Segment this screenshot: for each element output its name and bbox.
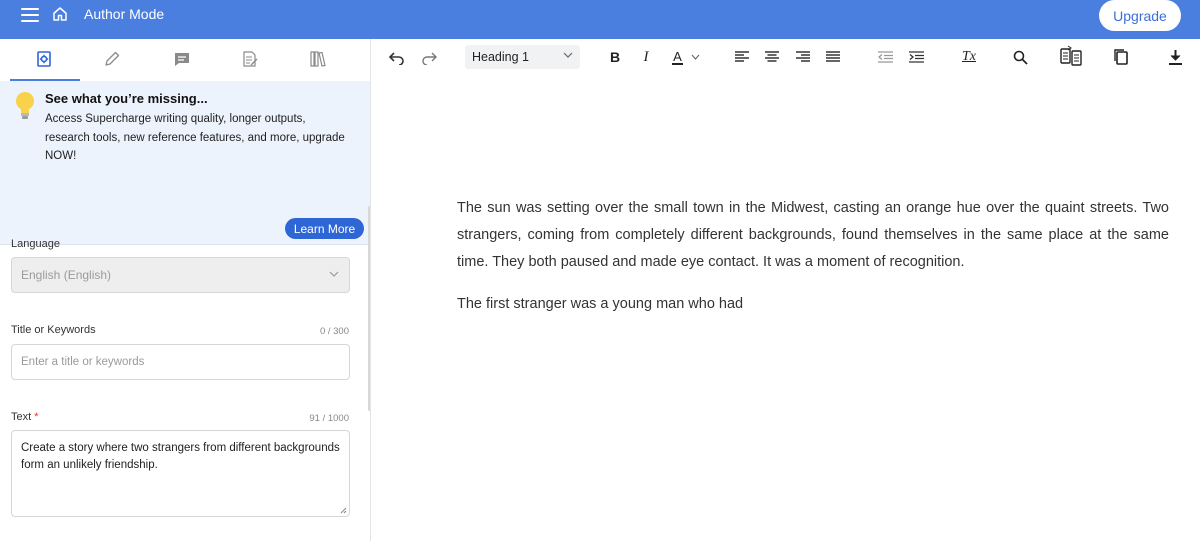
download-icon bbox=[1168, 49, 1182, 65]
app-title: Author Mode bbox=[84, 6, 165, 22]
learn-more-button[interactable]: Learn More bbox=[285, 218, 364, 239]
library-icon bbox=[310, 51, 326, 67]
align-right-button[interactable] bbox=[794, 47, 812, 67]
upgrade-button[interactable]: Upgrade bbox=[1099, 0, 1181, 31]
prompt-text: Create a story where two strangers from … bbox=[21, 442, 340, 471]
resize-grip-icon[interactable] bbox=[340, 507, 347, 514]
left-panel-scrollbar[interactable] bbox=[368, 206, 370, 411]
chevron-down-icon bbox=[563, 52, 573, 58]
tab-comments[interactable] bbox=[170, 47, 194, 71]
align-center-button[interactable] bbox=[763, 47, 781, 67]
document-paragraph: The sun was setting over the small town … bbox=[457, 200, 1169, 270]
upgrade-promo-card: See what you’re missing... Access Superc… bbox=[0, 81, 370, 245]
chevron-down-icon bbox=[691, 54, 700, 60]
align-right-icon bbox=[796, 51, 810, 62]
left-tab-bar bbox=[0, 39, 370, 81]
align-left-button[interactable] bbox=[733, 47, 751, 67]
required-mark: * bbox=[34, 411, 39, 423]
document-body[interactable]: The sun was setting over the small town … bbox=[457, 195, 1169, 333]
language-label: Language bbox=[11, 238, 60, 250]
bold-button[interactable]: B bbox=[607, 47, 623, 67]
tab-document-edit[interactable] bbox=[238, 47, 262, 71]
lightbulb-icon bbox=[16, 92, 34, 119]
prompt-textarea[interactable]: Create a story where two strangers from … bbox=[11, 430, 350, 517]
copy-button[interactable] bbox=[1112, 47, 1130, 67]
language-select-value: English (English) bbox=[21, 268, 112, 282]
promo-body: Access Supercharge writing quality, long… bbox=[45, 113, 345, 162]
italic-button[interactable]: I bbox=[638, 47, 654, 67]
document-paragraph: The first stranger was a young man who h… bbox=[457, 296, 744, 312]
redo-icon bbox=[422, 52, 437, 65]
pencil-icon bbox=[105, 51, 120, 66]
copy-icon bbox=[1114, 49, 1128, 65]
outdent-icon bbox=[877, 51, 893, 63]
tab-library[interactable] bbox=[306, 47, 330, 71]
undo-icon bbox=[389, 52, 404, 65]
settings-doc-icon bbox=[37, 51, 51, 67]
compare-documents-button[interactable] bbox=[1058, 44, 1084, 70]
undo-button[interactable] bbox=[388, 48, 406, 68]
search-button[interactable] bbox=[1011, 47, 1029, 67]
search-icon bbox=[1013, 50, 1028, 65]
text-char-counter: 91 / 1000 bbox=[309, 413, 349, 424]
align-left-icon bbox=[735, 51, 749, 62]
comment-icon bbox=[175, 53, 189, 66]
tab-document-settings[interactable] bbox=[32, 47, 56, 71]
hamburger-menu-icon[interactable] bbox=[21, 7, 39, 23]
indent-icon bbox=[908, 51, 924, 63]
tab-write[interactable] bbox=[100, 47, 124, 71]
heading-style-value: Heading 1 bbox=[472, 50, 529, 64]
clear-formatting-button[interactable]: Tx bbox=[960, 47, 978, 67]
top-app-bar: Author Mode Upgrade bbox=[0, 0, 1200, 39]
chevron-down-icon bbox=[329, 271, 339, 277]
align-justify-button[interactable] bbox=[824, 47, 842, 67]
language-select[interactable]: English (English) bbox=[11, 257, 350, 293]
title-keywords-label: Title or Keywords bbox=[11, 324, 96, 336]
text-label-text: Text bbox=[11, 411, 32, 423]
redo-button[interactable] bbox=[420, 48, 438, 68]
align-justify-icon bbox=[826, 51, 840, 62]
text-label: Text * bbox=[11, 411, 39, 423]
document-edit-icon bbox=[243, 51, 258, 67]
indent-button[interactable] bbox=[907, 47, 925, 67]
outdent-button[interactable] bbox=[876, 47, 894, 67]
font-color-button[interactable]: A bbox=[667, 47, 705, 67]
title-keywords-input[interactable] bbox=[11, 344, 350, 380]
title-char-counter: 0 / 300 bbox=[319, 326, 349, 337]
compare-documents-icon bbox=[1060, 45, 1082, 66]
home-icon[interactable] bbox=[51, 5, 69, 23]
heading-style-select[interactable]: Heading 1 bbox=[465, 45, 580, 69]
promo-title: See what you’re missing... bbox=[45, 91, 208, 106]
left-panel: See what you’re missing... Access Superc… bbox=[0, 39, 371, 541]
download-button[interactable] bbox=[1166, 47, 1184, 67]
font-color-glyph: A bbox=[672, 48, 683, 65]
align-center-icon bbox=[765, 51, 779, 62]
